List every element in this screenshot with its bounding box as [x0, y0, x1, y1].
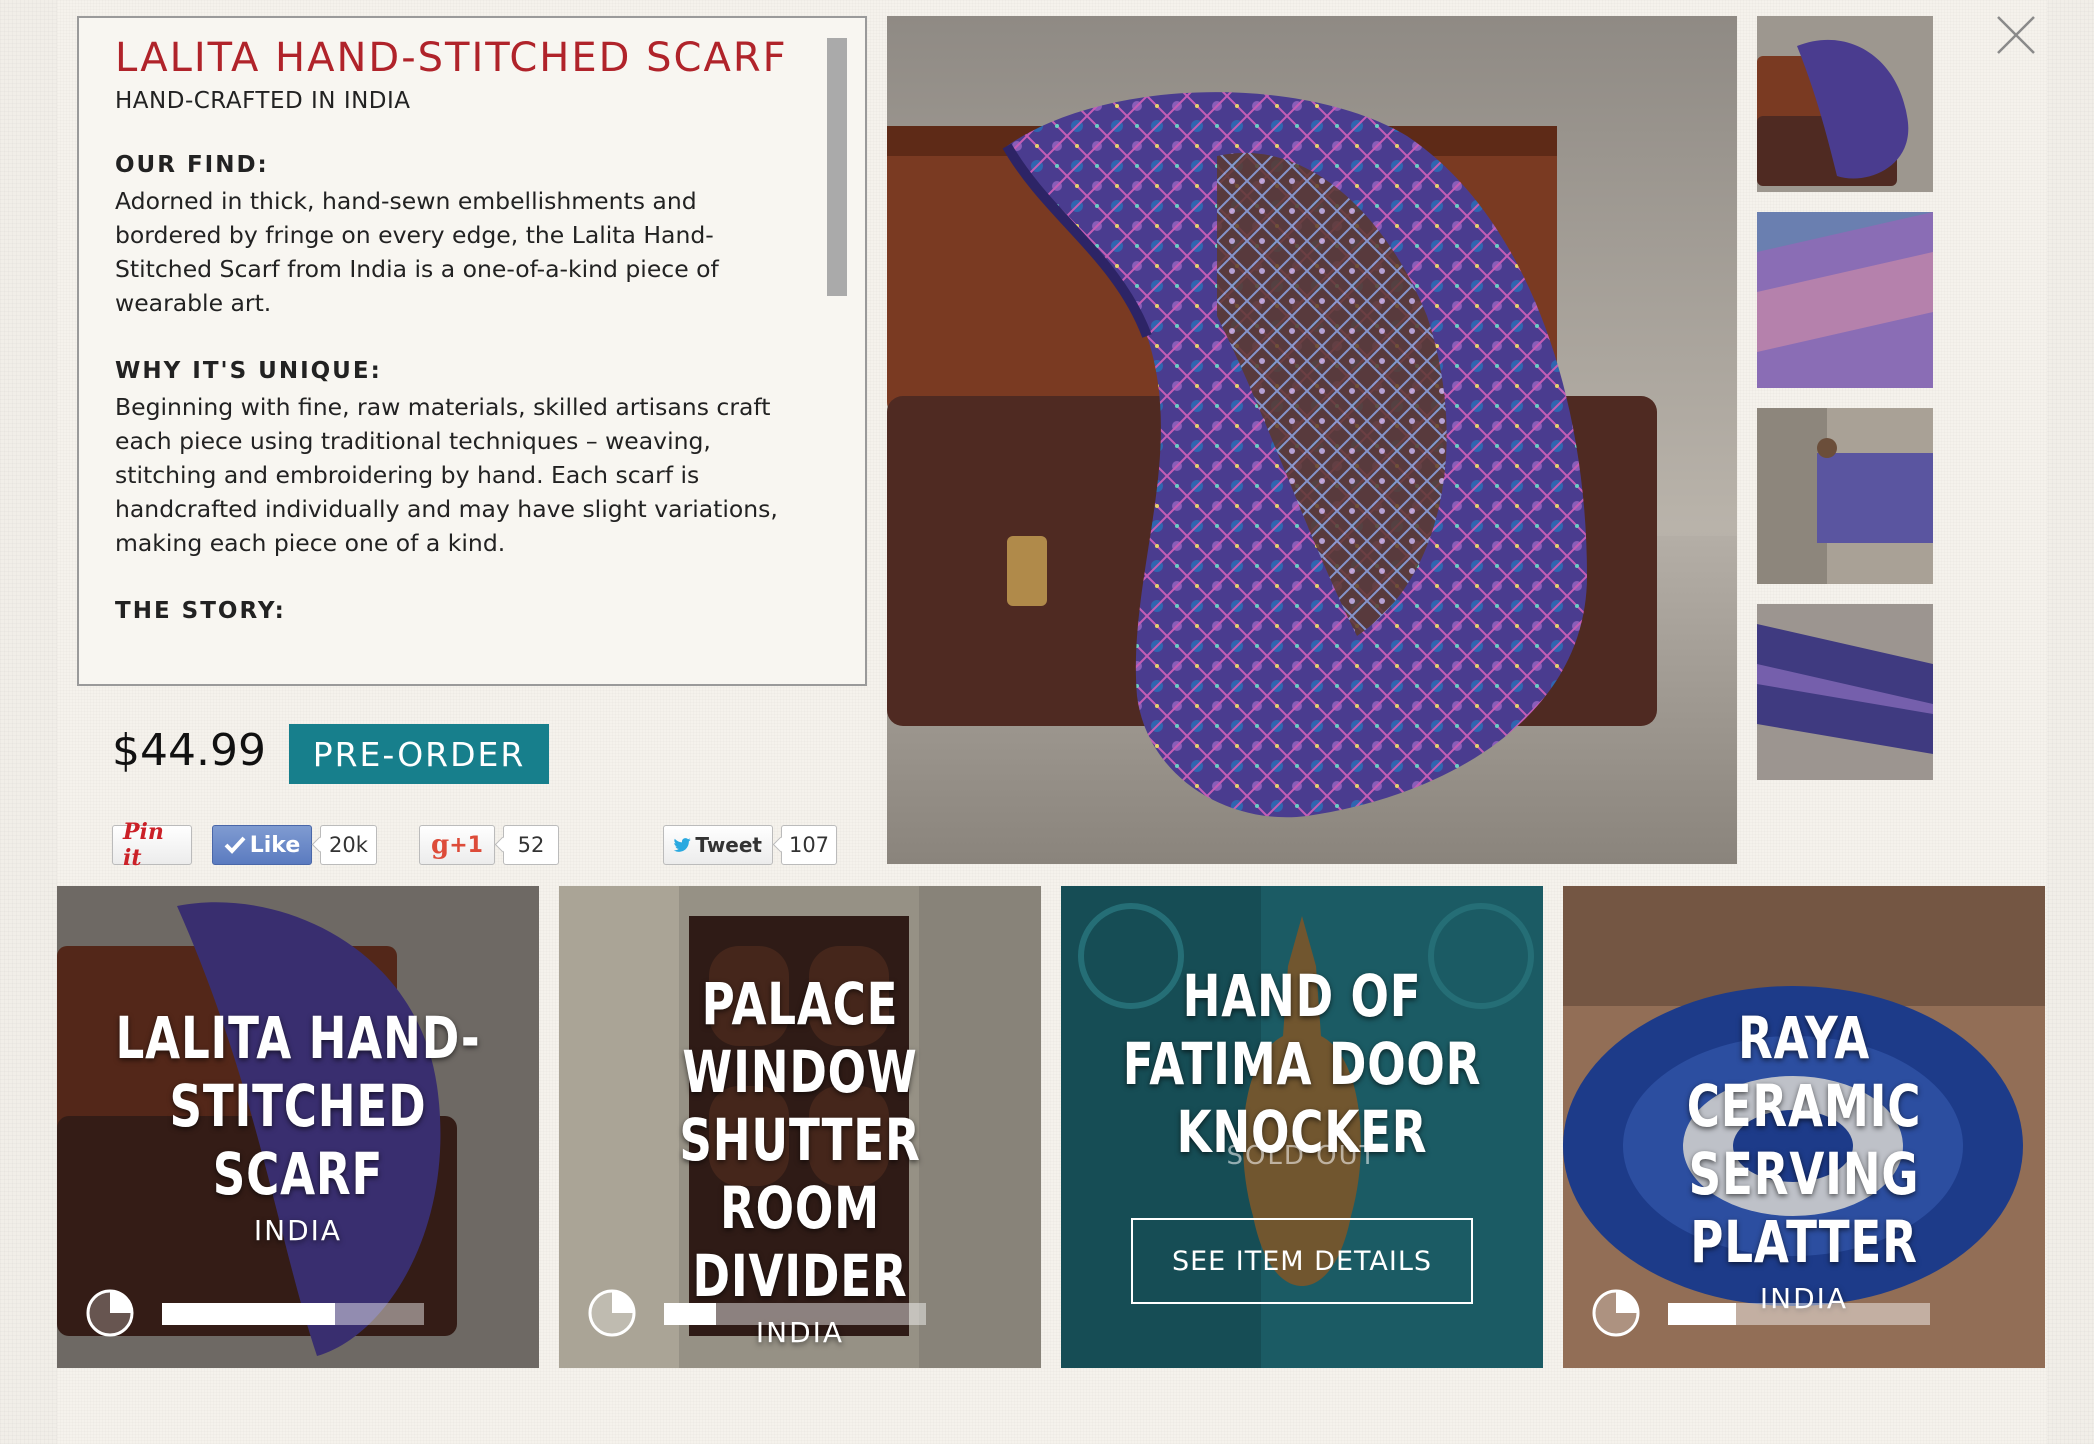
section-heading-story: THE STORY: [115, 598, 286, 624]
thumbnail-4[interactable] [1757, 604, 1933, 780]
section-heading-why-unique: WHY IT'S UNIQUE: [115, 358, 382, 384]
tile-4-title: RAYA CERAMIC SERVING PLATTER [1686, 1004, 1922, 1276]
tile-1-progress-fill [162, 1303, 335, 1325]
pinit-button[interactable]: Pin it [112, 819, 192, 871]
timer-icon [587, 1288, 637, 1338]
check-icon [224, 836, 246, 854]
gplus-label: +1 [449, 832, 483, 858]
tweet-button[interactable]: Tweet [663, 825, 773, 865]
thumbnail-1[interactable] [1757, 16, 1933, 192]
tile-1-text: LALITA HAND-STITCHED SCARF INDIA [57, 1004, 539, 1247]
tweet-count: 107 [781, 825, 837, 865]
tile-2-progress-fill [664, 1303, 717, 1325]
product-subtitle: HAND-CRAFTED IN INDIA [115, 88, 411, 114]
tile-3-text: HAND OF FATIMA DOOR KNOCKER [1061, 962, 1543, 1166]
info-scrollbar[interactable] [827, 38, 847, 296]
product-price: $44.99 [112, 725, 266, 776]
like-label: Like [249, 832, 301, 858]
tile-raya-platter[interactable]: RAYA CERAMIC SERVING PLATTER INDIA [1563, 886, 2045, 1368]
twitter-bird-icon [674, 838, 691, 852]
thumbnail-2[interactable] [1757, 212, 1933, 388]
gplus-button[interactable]: g +1 [419, 825, 495, 865]
tile-2-progress [664, 1303, 926, 1325]
timer-icon [1591, 1288, 1641, 1338]
like-button[interactable]: Like [212, 825, 312, 865]
tile-3-sold-out: SOLD OUT [1226, 1141, 1378, 1171]
tweet-label: Tweet [695, 833, 762, 857]
section-heading-our-find: OUR FIND: [115, 152, 269, 178]
tile-2-title: PALACE WINDOW SHUTTER ROOM DIVIDER [679, 970, 921, 1310]
tile-4-progress-fill [1668, 1303, 1737, 1325]
tile-fatima-knocker[interactable]: HAND OF FATIMA DOOR KNOCKER SOLD OUT SEE… [1061, 886, 1543, 1368]
tile-4-text: RAYA CERAMIC SERVING PLATTER INDIA [1563, 1004, 2045, 1315]
timer-icon [85, 1288, 135, 1338]
section-text-why-unique: Beginning with fine, raw materials, skil… [115, 393, 778, 557]
main-product-image [887, 16, 1737, 864]
tile-3-title: HAND OF FATIMA DOOR KNOCKER [1122, 962, 1482, 1166]
product-title: LALITA HAND-STITCHED SCARF [115, 35, 788, 81]
tweet-group: Tweet 107 [663, 825, 837, 865]
pinit-group: Pin it [112, 819, 192, 871]
see-item-details-button[interactable]: SEE ITEM DETAILS [1131, 1218, 1473, 1304]
tile-1-progress [162, 1303, 424, 1325]
tile-4-progress [1668, 1303, 1930, 1325]
gplus-g-icon: g [431, 830, 450, 860]
tile-1-origin: INDIA [253, 1214, 343, 1247]
close-icon[interactable] [1995, 14, 2037, 56]
product-info-content: LALITA HAND-STITCHED SCARF HAND-CRAFTED … [115, 36, 805, 630]
product-info-box[interactable]: LALITA HAND-STITCHED SCARF HAND-CRAFTED … [77, 16, 867, 686]
thumbnail-3[interactable] [1757, 408, 1933, 584]
pre-order-button[interactable]: PRE-ORDER [289, 724, 549, 784]
tile-lalita-scarf[interactable]: LALITA HAND-STITCHED SCARF INDIA [57, 886, 539, 1368]
tile-1-title: LALITA HAND-STITCHED SCARF [115, 1004, 481, 1208]
gplus-count: 52 [503, 825, 559, 865]
like-group: Like 20k [212, 825, 377, 865]
section-text-our-find: Adorned in thick, hand-sewn embellishmen… [115, 187, 719, 317]
like-count: 20k [320, 825, 377, 865]
gplus-group: g +1 52 [419, 825, 559, 865]
tile-palace-divider[interactable]: PALACE WINDOW SHUTTER ROOM DIVIDER INDIA [559, 886, 1041, 1368]
